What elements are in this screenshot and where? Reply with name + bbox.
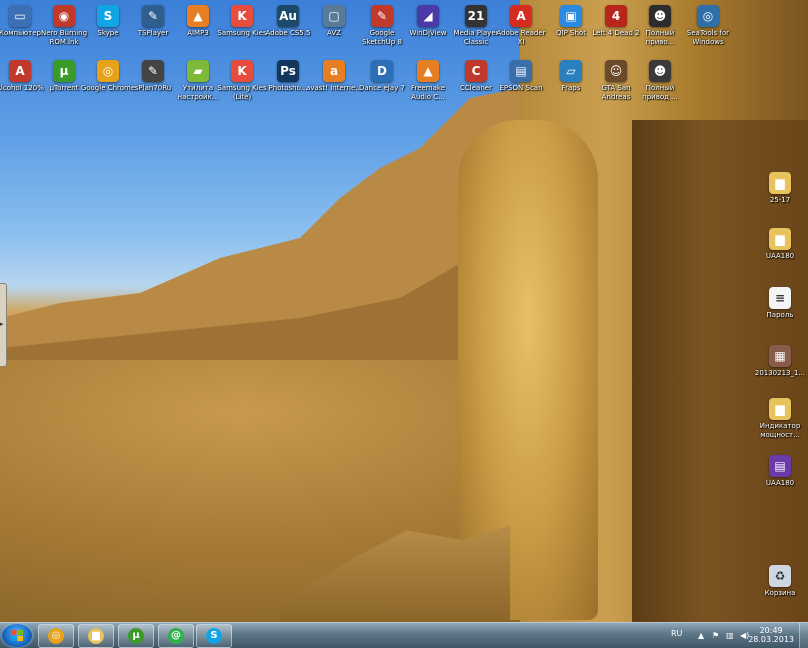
folder-icon: ▆ (769, 398, 791, 420)
taskbar-button[interactable]: @ (158, 624, 194, 648)
desktop-shortcut[interactable]: A Adobe Reader XI (493, 5, 549, 61)
mail-agent-icon: @ (168, 628, 184, 644)
tsplayer-icon: ✎ (142, 5, 164, 27)
explorer-folder-icon: ▆ (88, 628, 104, 644)
splan-icon: ✎ (142, 60, 164, 82)
chrome-icon: ◎ (97, 60, 119, 82)
dance-ejay-icon: D (371, 60, 393, 82)
freemake-icon: ▲ (417, 60, 439, 82)
folder-icon: ▆ (769, 172, 791, 194)
shortcut-label: Корзина (764, 589, 796, 597)
action-center-flag-icon[interactable]: ⚑ (712, 631, 719, 640)
archive-icon: ▤ (769, 455, 791, 477)
epson-scan-icon: ▤ (510, 60, 532, 82)
nero-icon: ◉ (53, 5, 75, 27)
network-icon[interactable]: ▥ (726, 631, 734, 640)
recycle-bin-icon: ♻ (769, 565, 791, 587)
utorrent-icon: µ (128, 628, 144, 644)
taskbar-button[interactable]: µ (118, 624, 154, 648)
fraps-icon: ▱ (560, 60, 582, 82)
shortcut-label: Полный привод ... (642, 84, 678, 101)
text-file-icon: ≡ (769, 287, 791, 309)
game-icon: ☻ (649, 5, 671, 27)
clock-date: 28.03.2013 (748, 635, 794, 644)
game-icon: ☻ (649, 60, 671, 82)
adobe-audition-icon: Au (277, 5, 299, 27)
adobe-reader-icon: A (510, 5, 532, 27)
windows-logo-icon (11, 630, 23, 641)
shortcut-label: EPSON Scan (499, 84, 543, 92)
avz-icon: ▢ (323, 5, 345, 27)
clock-time: 20:49 (759, 626, 783, 635)
avast-icon: a (323, 60, 345, 82)
windjview-icon: ◢ (417, 5, 439, 27)
samsung-kies-icon: K (231, 5, 253, 27)
shortcut-label: Пароль (766, 311, 794, 319)
start-button[interactable] (2, 624, 32, 647)
utorrent-icon: µ (53, 60, 75, 82)
samsung-kies-lite-icon: K (231, 60, 253, 82)
folder-icon: ▆ (769, 228, 791, 250)
desktop-shortcut[interactable]: ≡ Пароль (752, 287, 808, 343)
ccleaner-icon: C (465, 60, 487, 82)
shortcut-label: Индикатор мощност... (759, 422, 801, 439)
photoshop-icon: Ps (277, 60, 299, 82)
seatools-icon: ◎ (697, 5, 719, 27)
language-indicator[interactable]: RU (671, 629, 682, 638)
clock[interactable]: 20:49 28.03.2013 (748, 626, 794, 644)
show-hidden-icons-icon[interactable]: ▲ (698, 631, 704, 640)
left4dead-icon: 4 (605, 5, 627, 27)
taskbar-button[interactable]: S (196, 624, 232, 648)
skype-icon: S (97, 5, 119, 27)
sidebar-gadget-handle[interactable]: ▸ (0, 283, 7, 367)
chrome-icon: ◎ (48, 628, 64, 644)
sketchup-icon: ✎ (371, 5, 393, 27)
desktop-shortcut[interactable]: ♻ Корзина (752, 565, 808, 621)
qip-shot-icon: ▣ (560, 5, 582, 27)
show-desktop-button[interactable] (799, 623, 808, 648)
image-file-icon: ▦ (769, 345, 791, 367)
shortcut-label: UAA180 (765, 252, 795, 260)
utility-icon: ▰ (187, 60, 209, 82)
taskbar-button[interactable]: ▆ (78, 624, 114, 648)
shortcut-label: 20130213_1... (754, 369, 806, 377)
desktop-shortcut[interactable]: ▤ UAA180 (752, 455, 808, 511)
taskbar: ◎ ▆ µ @ S RU ▲ ⚑ ▥ ◀) 20:49 28.03.2013 (0, 622, 808, 648)
desktop: ▸ ▭ Компьютер ◉ Nero Burning ROM.lnk S Skype ✎… (0, 0, 808, 622)
taskbar-button[interactable]: ◎ (38, 624, 74, 648)
desktop-shortcut[interactable]: ☻ Полный привод ... (632, 60, 688, 116)
skype-icon: S (206, 628, 222, 644)
media-player-classic-icon: 21 (465, 5, 487, 27)
system-tray: RU ▲ ⚑ ▥ ◀) 20:49 28.03.2013 (668, 623, 808, 648)
shortcut-label: 25-17 (769, 196, 791, 204)
shortcut-label: UAA180 (765, 479, 795, 487)
desktop-shortcut[interactable]: ◎ SeaTools for Windows (680, 5, 736, 61)
aimp-icon: ▲ (187, 5, 209, 27)
desktop-shortcut[interactable]: ▤ EPSON Scan (493, 60, 549, 116)
desktop-shortcut[interactable]: ▆ Индикатор мощност... (752, 398, 808, 454)
desktop-shortcut[interactable]: ▆ UAA180 (752, 228, 808, 284)
desktop-shortcut[interactable]: ▦ 20130213_1... (752, 345, 808, 401)
alcohol-icon: A (9, 60, 31, 82)
computer-icon: ▭ (9, 5, 31, 27)
shortcut-label: Adobe Reader XI (496, 29, 546, 46)
desktop-shortcut[interactable]: ▆ 25-17 (752, 172, 808, 228)
shortcut-label: SeaTools for Windows (686, 29, 730, 46)
gta-icon: ☺ (605, 60, 627, 82)
